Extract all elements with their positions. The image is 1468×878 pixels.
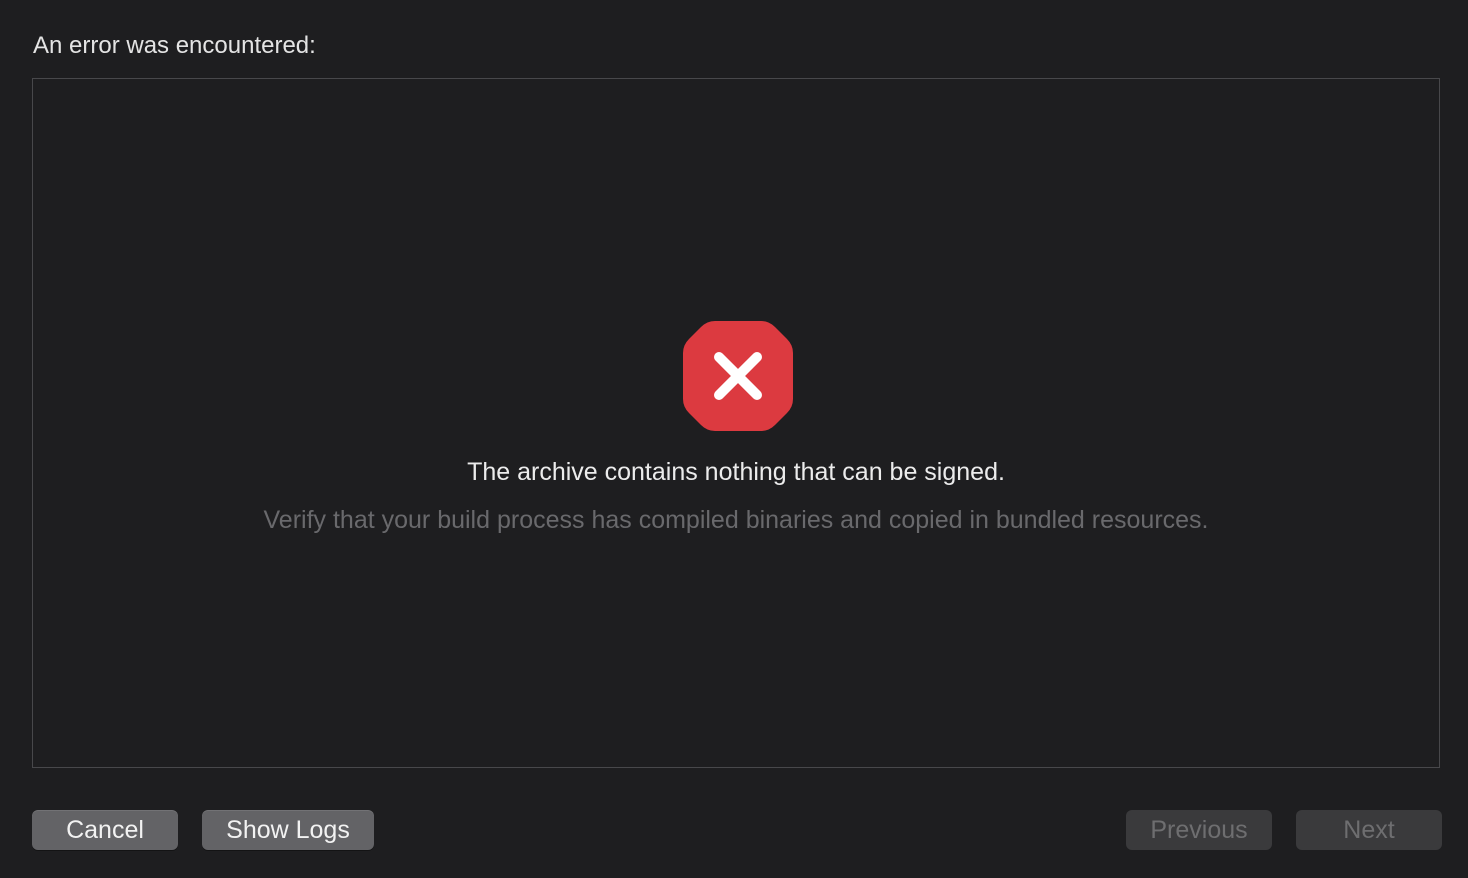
previous-button[interactable]: Previous bbox=[1126, 810, 1272, 850]
error-stop-icon bbox=[683, 321, 793, 431]
error-panel: The archive contains nothing that can be… bbox=[32, 78, 1440, 768]
cancel-button[interactable]: Cancel bbox=[32, 810, 178, 850]
show-logs-button[interactable]: Show Logs bbox=[202, 810, 374, 850]
error-detail: Verify that your build process has compi… bbox=[263, 506, 1209, 534]
dialog-heading: An error was encountered: bbox=[33, 32, 316, 59]
error-title: The archive contains nothing that can be… bbox=[467, 458, 1005, 486]
next-button[interactable]: Next bbox=[1296, 810, 1442, 850]
